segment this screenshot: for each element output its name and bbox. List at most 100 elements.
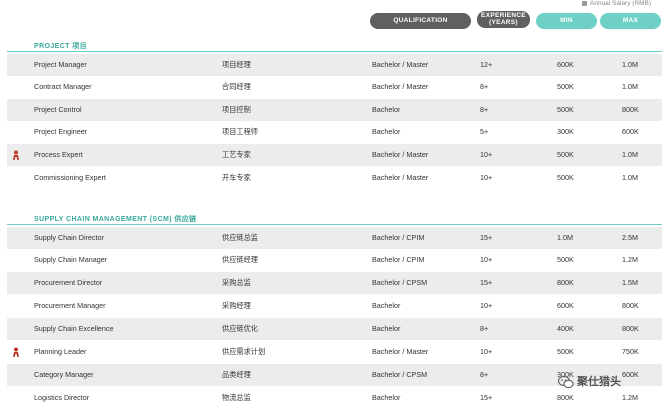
qualification-cell: Bachelor / CPSM [372, 278, 428, 287]
role-en: Commissioning Expert [34, 173, 106, 182]
table-row: Supply Chain Director 供应链总监 Bachelor / C… [7, 227, 662, 249]
max-salary-cell: 600K [622, 370, 639, 379]
wechat-icon [557, 375, 574, 389]
role-en: Procurement Director [34, 278, 103, 287]
table-row: Supply Chain Manager 供应链经理 Bachelor / CP… [7, 249, 662, 271]
qualification-cell: Bachelor / Master [372, 60, 429, 69]
section-title-project: PROJECT 项目 [34, 43, 88, 50]
experience-cell: 8+ [480, 370, 489, 379]
min-salary-cell: 300K [557, 127, 574, 136]
experience-cell: 8+ [480, 324, 489, 333]
qualification-cell: Bachelor [372, 393, 401, 402]
person-flag-icon [11, 150, 21, 160]
table-row: Project Control 项目控制 Bachelor 8+ 500K 80… [7, 99, 662, 121]
min-salary-cell: 500K [557, 347, 574, 356]
max-salary-cell: 1.0M [622, 173, 638, 182]
role-en: Supply Chain Director [34, 233, 104, 242]
qualification-cell: Bachelor [372, 127, 401, 136]
role-cn: 品类经理 [222, 370, 251, 379]
experience-cell: 15+ [480, 278, 493, 287]
experience-cell: 5+ [480, 127, 489, 136]
qualification-cell: Bachelor / CPIM [372, 233, 425, 242]
max-salary-cell: 2.5M [622, 233, 638, 242]
qualification-cell: Bachelor / Master [372, 150, 429, 159]
qualification-cell: Bachelor [372, 105, 401, 114]
qualification-cell: Bachelor / Master [372, 82, 429, 91]
qualification-cell: Bachelor / Master [372, 347, 429, 356]
max-salary-cell: 800K [622, 324, 639, 333]
role-cn: 项目控制 [222, 105, 251, 114]
experience-cell: 10+ [480, 301, 493, 310]
role-cn: 供应链总监 [222, 233, 258, 242]
min-salary-cell: 500K [557, 150, 574, 159]
role-cn: 供应需求计划 [222, 347, 266, 356]
person-flag-icon [11, 347, 21, 357]
experience-cell: 8+ [480, 105, 489, 114]
table-row: Project Manager 项目经理 Bachelor / Master 1… [7, 54, 662, 76]
qualification-cell: Bachelor / CPIM [372, 255, 425, 264]
table-row: Project Engineer 项目工程师 Bachelor 5+ 300K … [7, 121, 662, 143]
section-divider [7, 224, 662, 225]
min-salary-cell: 500K [557, 105, 574, 114]
experience-cell: 15+ [480, 233, 493, 242]
max-salary-cell: 1.2M [622, 255, 638, 264]
max-salary-cell: 1.0M [622, 150, 638, 159]
role-cn: 采购总监 [222, 278, 251, 287]
role-cn: 开车专家 [222, 173, 251, 182]
role-en: Contract Manager [34, 82, 92, 91]
experience-header-line1: EXPERIENCE [481, 12, 526, 19]
role-en: Logistics Director [34, 393, 90, 402]
min-salary-cell: 500K [557, 173, 574, 182]
min-salary-cell: 600K [557, 60, 574, 69]
table-row: Supply Chain Excellence 供应链优化 Bachelor 8… [7, 318, 662, 340]
qualification-cell: Bachelor [372, 324, 401, 333]
min-salary-cell: 500K [557, 255, 574, 264]
max-salary-cell: 800K [622, 301, 639, 310]
table-row: Process Expert 工艺专家 Bachelor / Master 10… [7, 144, 662, 166]
max-salary-cell: 1.0M [622, 60, 638, 69]
experience-cell: 12+ [480, 60, 493, 69]
max-header: MAX [600, 13, 661, 29]
role-en: Procurement Manager [34, 301, 106, 310]
role-cn: 供应链经理 [222, 255, 258, 264]
watermark-text: 聚仕猎头 [577, 376, 621, 388]
experience-cell: 10+ [480, 173, 493, 182]
role-en: Project Engineer [34, 127, 88, 136]
legend-label: Annual Salary (RMB) [590, 0, 652, 7]
max-salary-cell: 750K [622, 347, 639, 356]
min-salary-cell: 800K [557, 278, 574, 287]
legend-swatch [582, 0, 587, 6]
role-en: Planning Leader [34, 347, 87, 356]
qualification-cell: Bachelor / Master [372, 173, 429, 182]
role-cn: 供应链优化 [222, 324, 258, 333]
experience-cell: 8+ [480, 82, 489, 91]
max-salary-cell: 1.0M [622, 82, 638, 91]
max-salary-cell: 1.5M [622, 278, 638, 287]
role-en: Project Manager [34, 60, 87, 69]
role-en: Supply Chain Manager [34, 255, 108, 264]
watermark: 聚仕猎头 [557, 373, 621, 389]
experience-header: EXPERIENCE (YEARS) [477, 11, 530, 28]
role-en: Project Control [34, 105, 82, 114]
min-salary-cell: 400K [557, 324, 574, 333]
role-cn: 项目经理 [222, 60, 251, 69]
min-salary-cell: 500K [557, 82, 574, 91]
min-salary-cell: 800K [557, 393, 574, 402]
table-row: Procurement Manager 采购经理 Bachelor 10+ 60… [7, 295, 662, 317]
experience-cell: 15+ [480, 393, 493, 402]
min-salary-cell: 600K [557, 301, 574, 310]
min-salary-cell: 1.0M [557, 233, 573, 242]
max-salary-cell: 600K [622, 127, 639, 136]
qualification-cell: Bachelor / CPSM [372, 370, 428, 379]
max-salary-cell: 800K [622, 105, 639, 114]
role-cn: 项目工程师 [222, 127, 258, 136]
max-salary-cell: 1.2M [622, 393, 638, 402]
role-en: Supply Chain Excellence [34, 324, 114, 333]
qualification-header: QUALIFICATION [370, 13, 471, 29]
qualification-cell: Bachelor [372, 301, 401, 310]
experience-cell: 10+ [480, 255, 493, 264]
experience-cell: 10+ [480, 347, 493, 356]
table-row: Logistics Director 物流总监 Bachelor 15+ 800… [7, 387, 662, 409]
role-cn: 工艺专家 [222, 150, 251, 159]
experience-header-line2: (YEARS) [489, 19, 518, 26]
